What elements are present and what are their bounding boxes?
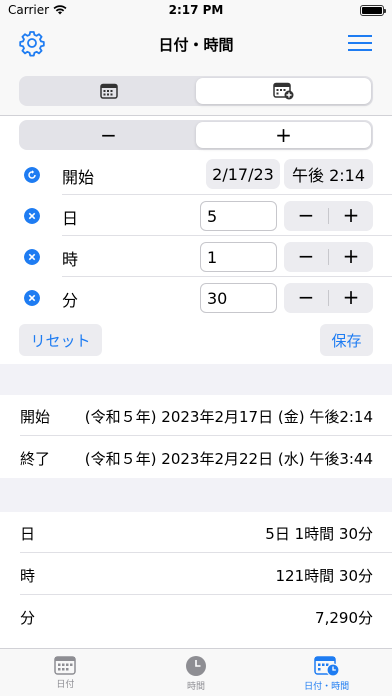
mode-tab-calendar[interactable] <box>21 78 196 104</box>
tab-date-label: 日付 <box>56 680 75 690</box>
days-stepper: − + <box>284 201 373 231</box>
navigation-bar: 日付・時間 <box>0 22 392 66</box>
start-row: 開始 2/17/23 午後 2:14 <box>0 154 392 195</box>
days-increment-button[interactable]: + <box>329 201 373 231</box>
start-time-button[interactable]: 午後 2:14 <box>284 159 373 189</box>
calendar-icon <box>99 83 118 99</box>
reset-button[interactable]: リセット <box>19 324 102 356</box>
minutes-decrement-button[interactable]: − <box>284 283 328 313</box>
days-decrement-button[interactable]: − <box>284 201 328 231</box>
minutes-input[interactable]: 30 <box>200 283 277 313</box>
duration-section: 日 5日 1時間 30分 時 121時間 30分 分 7,290分 <box>0 512 392 648</box>
duration-hours-row: 時 121時間 30分 <box>0 554 392 595</box>
calendar-icon <box>54 656 77 675</box>
hours-input[interactable]: 1 <box>200 242 277 272</box>
clear-minutes-icon[interactable] <box>24 290 40 306</box>
duration-days-label: 日 <box>20 525 36 543</box>
duration-days-value: 5日 1時間 30分 <box>265 525 373 543</box>
result-section: 開始 (令和５年) 2023年2月17日 (金) 午後2:14 終了 (令和５年… <box>0 395 392 478</box>
tab-time-label: 時間 <box>187 682 206 692</box>
duration-minutes-label: 分 <box>20 609 36 627</box>
hamburger-icon[interactable] <box>348 34 372 52</box>
minutes-label: 分 <box>62 291 79 310</box>
days-row: 日 5 − + <box>0 195 392 236</box>
result-start-value: (令和５年) 2023年2月17日 (金) 午後2:14 <box>84 408 373 426</box>
tab-bar: 日付 時間 日付・時間 <box>0 648 392 696</box>
save-button[interactable]: 保存 <box>320 324 373 356</box>
sign-segmented-control: − + <box>19 120 373 150</box>
status-time: 2:17 PM <box>168 3 224 17</box>
result-start-row: 開始 (令和５年) 2023年2月17日 (金) 午後2:14 <box>0 395 392 436</box>
sign-plus-option[interactable]: + <box>196 122 371 148</box>
days-label: 日 <box>62 209 79 228</box>
hours-decrement-button[interactable]: − <box>284 242 328 272</box>
start-date-button[interactable]: 2/17/23 <box>206 159 280 189</box>
tab-date-time[interactable]: 日付・時間 <box>261 649 392 696</box>
tab-date[interactable]: 日付 <box>0 649 131 696</box>
minutes-stepper: − + <box>284 283 373 313</box>
hours-row: 時 1 − + <box>0 236 392 277</box>
duration-days-row: 日 5日 1時間 30分 <box>0 512 392 553</box>
duration-hours-value: 121時間 30分 <box>275 567 374 585</box>
duration-minutes-value: 7,290分 <box>315 609 373 627</box>
hours-stepper: − + <box>284 242 373 272</box>
days-input[interactable]: 5 <box>200 201 277 231</box>
clock-icon <box>186 656 206 676</box>
duration-minutes-row: 分 7,290分 <box>0 596 392 637</box>
start-label: 開始 <box>62 168 95 187</box>
result-end-label: 終了 <box>20 450 51 468</box>
result-start-label: 開始 <box>20 408 51 426</box>
minutes-increment-button[interactable]: + <box>329 283 373 313</box>
result-end-value: (令和５年) 2023年2月22日 (水) 午後3:44 <box>84 450 373 468</box>
input-card: − + 開始 2/17/23 午後 2:14 日 5 − + 時 1 − + 分… <box>0 116 392 364</box>
clear-days-icon[interactable] <box>24 208 40 224</box>
mode-bar <box>0 66 392 116</box>
hours-increment-button[interactable]: + <box>329 242 373 272</box>
status-bar: Carrier 2:17 PM <box>0 0 392 22</box>
tab-date-time-label: 日付・時間 <box>304 682 350 692</box>
mode-tab-calendar-plus[interactable] <box>196 78 371 104</box>
clear-hours-icon[interactable] <box>24 249 40 265</box>
sign-minus-option[interactable]: − <box>21 122 196 148</box>
hours-label: 時 <box>62 250 79 269</box>
duration-hours-label: 時 <box>20 567 36 585</box>
refresh-icon[interactable] <box>24 167 40 183</box>
minutes-row: 分 30 − + <box>0 277 392 318</box>
calendar-clock-icon <box>313 656 340 677</box>
tab-time[interactable]: 時間 <box>131 649 262 696</box>
result-end-row: 終了 (令和５年) 2023年2月22日 (水) 午後3:44 <box>0 437 392 478</box>
mode-segmented-control <box>19 76 373 106</box>
page-title: 日付・時間 <box>158 36 234 54</box>
battery-icon <box>360 5 386 16</box>
calendar-plus-icon <box>272 82 293 100</box>
